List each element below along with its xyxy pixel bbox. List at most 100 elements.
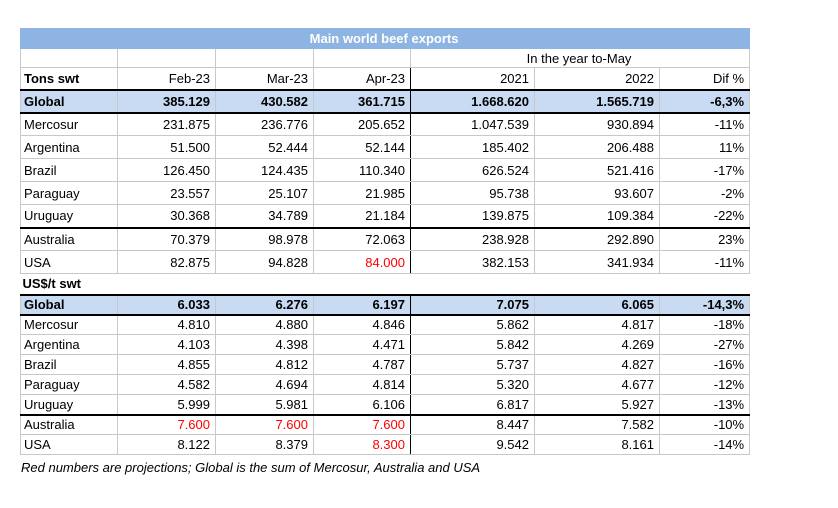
value-cell: 52.144 <box>314 136 411 159</box>
value-cell: 84.000 <box>314 251 411 274</box>
value-cell: -11% <box>660 251 750 274</box>
value-cell: -27% <box>660 335 750 355</box>
group-header-row: In the year to-May <box>21 49 750 68</box>
column-header-feb23: Feb-23 <box>118 68 216 90</box>
value-cell: 6.276 <box>216 295 314 315</box>
value-cell: -12% <box>660 375 750 395</box>
value-cell: 7.075 <box>411 295 535 315</box>
value-cell: 236.776 <box>216 113 314 136</box>
group-header-label: In the year to-May <box>411 49 750 68</box>
column-header-2021: 2021 <box>411 68 535 90</box>
table-row: Global6.0336.2766.1977.0756.065-14,3% <box>21 295 750 315</box>
table-row: Argentina51.50052.44452.144185.402206.48… <box>21 136 750 159</box>
value-cell: 72.063 <box>314 228 411 251</box>
table-row: USA82.87594.82884.000382.153341.934-11% <box>21 251 750 274</box>
value-cell: 1.668.620 <box>411 90 535 113</box>
row-label: Uruguay <box>21 395 118 415</box>
row-label: Mercosur <box>21 113 118 136</box>
tons-section-body: Global385.129430.582361.7151.668.6201.56… <box>21 90 750 274</box>
value-cell: 11% <box>660 136 750 159</box>
row-label: Argentina <box>21 136 118 159</box>
value-cell: 4.269 <box>535 335 660 355</box>
empty-cell <box>314 49 411 68</box>
row-label: USA <box>21 251 118 274</box>
value-cell: 21.184 <box>314 205 411 228</box>
value-cell: 382.153 <box>411 251 535 274</box>
value-cell: 6.817 <box>411 395 535 415</box>
value-cell: 4.471 <box>314 335 411 355</box>
value-cell: 8.300 <box>314 435 411 455</box>
value-cell: 4.103 <box>118 335 216 355</box>
table-row: Paraguay23.55725.10721.98595.73893.607-2… <box>21 182 750 205</box>
value-cell: 521.416 <box>535 159 660 182</box>
value-cell: 9.542 <box>411 435 535 455</box>
value-cell: -10% <box>660 415 750 435</box>
value-cell: -11% <box>660 113 750 136</box>
value-cell: 82.875 <box>118 251 216 274</box>
value-cell: 5.927 <box>535 395 660 415</box>
value-cell: 4.810 <box>118 315 216 335</box>
row-label: Uruguay <box>21 205 118 228</box>
value-cell: 25.107 <box>216 182 314 205</box>
value-cell: 4.787 <box>314 355 411 375</box>
value-cell: 185.402 <box>411 136 535 159</box>
value-cell: 6.033 <box>118 295 216 315</box>
table-row: Argentina4.1034.3984.4715.8424.269-27% <box>21 335 750 355</box>
value-cell: 6.197 <box>314 295 411 315</box>
value-cell: 8.379 <box>216 435 314 455</box>
value-cell: -13% <box>660 395 750 415</box>
table-row: Brazil4.8554.8124.7875.7374.827-16% <box>21 355 750 375</box>
value-cell: -14,3% <box>660 295 750 315</box>
column-header-2022: 2022 <box>535 68 660 90</box>
value-cell: 70.379 <box>118 228 216 251</box>
value-cell: -16% <box>660 355 750 375</box>
value-cell: -22% <box>660 205 750 228</box>
unit-header-tons: Tons swt <box>21 68 118 90</box>
table-row: Mercosur231.875236.776205.6521.047.53993… <box>21 113 750 136</box>
value-cell: 4.827 <box>535 355 660 375</box>
value-cell: -17% <box>660 159 750 182</box>
value-cell: 238.928 <box>411 228 535 251</box>
value-cell: 205.652 <box>314 113 411 136</box>
value-cell: 231.875 <box>118 113 216 136</box>
value-cell: 5.320 <box>411 375 535 395</box>
row-label: Global <box>21 295 118 315</box>
footnote: Red numbers are projections; Global is t… <box>21 460 753 475</box>
value-cell: 1.047.539 <box>411 113 535 136</box>
table-row: Brazil126.450124.435110.340626.524521.41… <box>21 159 750 182</box>
value-cell: 385.129 <box>118 90 216 113</box>
empty-cell <box>216 49 314 68</box>
value-cell: 8.161 <box>535 435 660 455</box>
value-cell: 110.340 <box>314 159 411 182</box>
value-cell: 5.999 <box>118 395 216 415</box>
table-row: Paraguay4.5824.6944.8145.3204.677-12% <box>21 375 750 395</box>
row-label: Paraguay <box>21 182 118 205</box>
column-header-row: Tons swt Feb-23 Mar-23 Apr-23 2021 2022 … <box>21 68 750 90</box>
usd-section-header: US$/t swt <box>21 274 750 295</box>
value-cell: 5.981 <box>216 395 314 415</box>
table-row: Uruguay30.36834.78921.184139.875109.384-… <box>21 205 750 228</box>
value-cell: 930.894 <box>535 113 660 136</box>
value-cell: 8.122 <box>118 435 216 455</box>
value-cell: 292.890 <box>535 228 660 251</box>
column-header-mar23: Mar-23 <box>216 68 314 90</box>
value-cell: 4.846 <box>314 315 411 335</box>
value-cell: 95.738 <box>411 182 535 205</box>
value-cell: 94.828 <box>216 251 314 274</box>
value-cell: -18% <box>660 315 750 335</box>
table-row: Global385.129430.582361.7151.668.6201.56… <box>21 90 750 113</box>
row-label: Mercosur <box>21 315 118 335</box>
value-cell: 361.715 <box>314 90 411 113</box>
value-cell: 7.582 <box>535 415 660 435</box>
value-cell: 30.368 <box>118 205 216 228</box>
value-cell: 109.384 <box>535 205 660 228</box>
value-cell: 23% <box>660 228 750 251</box>
value-cell: 7.600 <box>314 415 411 435</box>
value-cell: 23.557 <box>118 182 216 205</box>
value-cell: 124.435 <box>216 159 314 182</box>
table-row: Uruguay5.9995.9816.1066.8175.927-13% <box>21 395 750 415</box>
value-cell: 8.447 <box>411 415 535 435</box>
value-cell: 126.450 <box>118 159 216 182</box>
value-cell: 4.694 <box>216 375 314 395</box>
row-label: Paraguay <box>21 375 118 395</box>
